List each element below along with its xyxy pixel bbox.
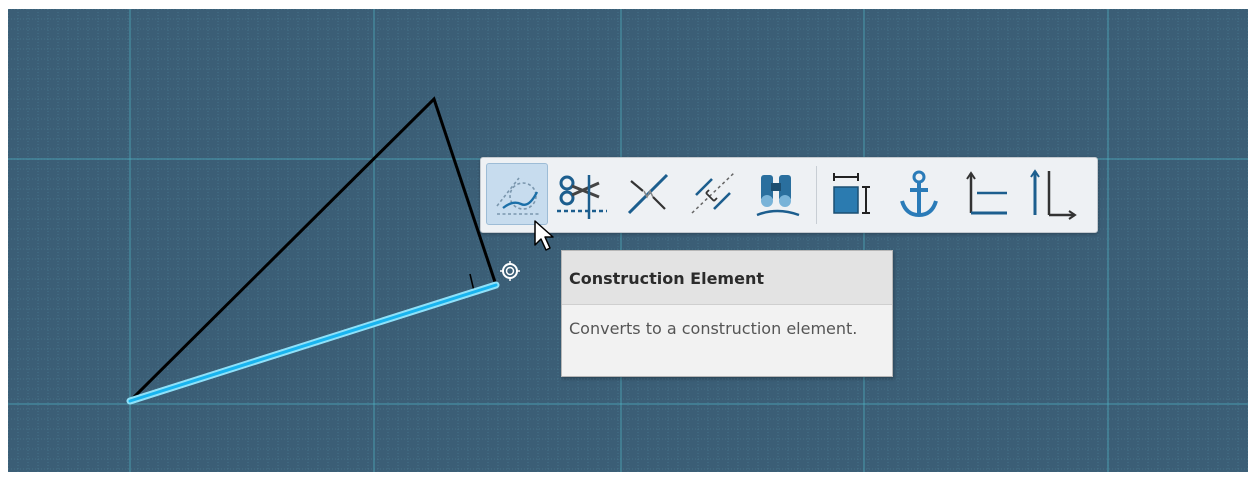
selected-line[interactable] xyxy=(128,283,498,403)
horizontal-constraint-icon xyxy=(966,171,1007,215)
fix-together-icon xyxy=(900,170,938,218)
toolbar-separator xyxy=(816,166,817,224)
project-3d-elements-button[interactable] xyxy=(747,163,809,225)
construction-element-button[interactable] xyxy=(486,163,548,225)
tooltip-title: Construction Element xyxy=(562,251,892,305)
quick-trim-icon xyxy=(557,175,607,219)
constraint-dimension-button[interactable] xyxy=(822,163,884,225)
sketch-geometry[interactable] xyxy=(8,9,1248,472)
quick-trim-button[interactable] xyxy=(551,163,613,225)
tooltip-description: Converts to a construction element. xyxy=(569,319,858,338)
endpoint-target-icon xyxy=(500,261,520,281)
mouse-pointer-icon xyxy=(534,220,554,251)
perpendicular-constraint-button[interactable] xyxy=(1019,163,1081,225)
constraint-dimension-icon xyxy=(833,173,870,214)
horizontal-constraint-button[interactable] xyxy=(953,163,1015,225)
context-toolbar xyxy=(480,157,1098,233)
break-icon xyxy=(627,173,669,215)
break-button[interactable] xyxy=(617,163,679,225)
triangle-edge-black[interactable] xyxy=(128,96,498,403)
symmetry-button[interactable] xyxy=(682,163,744,225)
sketch-canvas[interactable] xyxy=(8,9,1248,472)
project-3d-elements-icon xyxy=(756,175,800,217)
construction-element-icon xyxy=(496,177,539,215)
tooltip: Construction Element Converts to a const… xyxy=(561,250,893,377)
symmetry-icon xyxy=(691,172,735,214)
perpendicular-constraint-icon xyxy=(1030,169,1077,220)
fix-together-button[interactable] xyxy=(888,163,950,225)
